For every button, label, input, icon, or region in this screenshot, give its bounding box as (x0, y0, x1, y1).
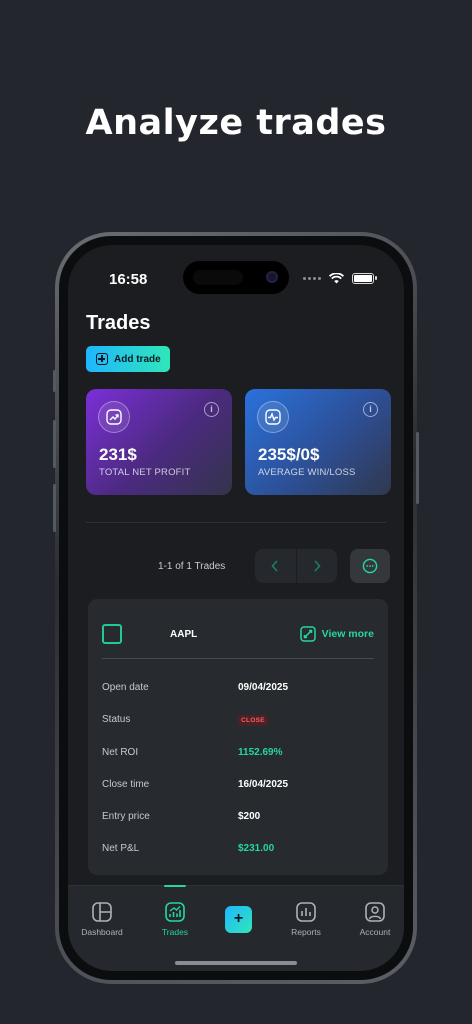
user-icon (365, 902, 385, 922)
phone-frame: 16:58 Trades Add trade i 231$ TOTAL NET … (53, 232, 419, 984)
tab-dashboard[interactable]: Dashboard (72, 902, 132, 937)
add-trade-label: Add trade (114, 353, 161, 365)
plus-icon: + (233, 910, 244, 927)
status-time: 16:58 (109, 271, 148, 288)
expand-icon (299, 626, 316, 642)
info-icon[interactable]: i (363, 402, 378, 417)
trending-up-icon (98, 401, 130, 433)
trades-icon (165, 902, 185, 922)
pagination-controls (255, 549, 337, 583)
trade-row-net-roi: Net ROI 1152.69% (102, 747, 374, 761)
plus-square-icon (96, 353, 108, 365)
more-options-button[interactable] (350, 549, 390, 583)
tab-label: Account (359, 927, 391, 937)
net-profit-label: TOTAL NET PROFIT (99, 467, 191, 478)
net-profit-value: 231$ (99, 445, 137, 464)
trade-row-net-pnl: Net P&L $231.00 (102, 843, 374, 857)
tab-trades[interactable]: Trades (145, 902, 205, 937)
tab-reports[interactable]: Reports (276, 902, 336, 937)
info-icon[interactable]: i (204, 402, 219, 417)
dynamic-island (183, 261, 289, 294)
chevron-left-icon (271, 560, 278, 572)
total-net-profit-card[interactable]: i 231$ TOTAL NET PROFIT (86, 389, 232, 495)
status-badge: CLOSE (238, 715, 268, 726)
trade-symbol: AAPL (170, 629, 198, 640)
row-key: Close time (102, 779, 150, 790)
row-value: 09/04/2025 (238, 682, 289, 693)
add-trade-button[interactable]: Add trade (86, 346, 170, 372)
active-tab-indicator (164, 885, 186, 887)
row-value: $200 (238, 811, 261, 822)
quick-add-button[interactable]: + (225, 906, 252, 933)
trade-select-checkbox[interactable] (102, 624, 122, 644)
battery-icon (352, 273, 377, 284)
trade-row-status: Status CLOSE (102, 714, 374, 728)
row-key: Open date (102, 682, 149, 693)
volume-down-button (53, 484, 56, 532)
status-icons (303, 273, 377, 284)
next-page-button[interactable] (297, 549, 338, 583)
row-value: 1152.69% (238, 747, 283, 758)
signal-icon (303, 277, 321, 280)
bottom-tab-bar: Dashboard Trades + Reports Account (68, 885, 404, 971)
power-button (416, 432, 419, 504)
row-value: $231.00 (238, 843, 275, 854)
row-key: Status (102, 714, 131, 725)
row-value: 16/04/2025 (238, 779, 289, 790)
tab-label: Dashboard (81, 927, 123, 937)
row-key: Net P&L (102, 843, 140, 854)
page-title: Trades (86, 312, 151, 334)
avg-win-loss-label: AVERAGE WIN/LOSS (258, 467, 356, 478)
trade-row-entry-price: Entry price $200 (102, 811, 374, 825)
tab-label: Reports (291, 927, 321, 937)
row-key: Net ROI (102, 747, 139, 758)
section-divider (86, 522, 386, 523)
pagination-text: 1-1 of 1 Trades (158, 561, 226, 572)
chevron-right-icon (314, 560, 321, 572)
wifi-icon (329, 273, 344, 284)
camera-icon (266, 271, 278, 283)
tab-label: Trades (161, 927, 189, 937)
dashboard-icon (92, 902, 112, 922)
trade-card: AAPL View more Open date 09/04/2025 Stat… (88, 599, 388, 875)
trade-row-close-time: Close time 16/04/2025 (102, 779, 374, 793)
view-more-label: View more (321, 628, 374, 640)
activity-icon (257, 401, 289, 433)
avg-win-loss-value: 235$/0$ (258, 445, 320, 464)
app-screen: 16:58 Trades Add trade i 231$ TOTAL NET … (68, 245, 404, 971)
prev-page-button[interactable] (255, 549, 297, 583)
trade-card-divider (102, 658, 374, 659)
home-indicator (175, 961, 297, 965)
average-win-loss-card[interactable]: i 235$/0$ AVERAGE WIN/LOSS (245, 389, 391, 495)
headline: Analyze trades (85, 103, 387, 143)
volume-up-button (53, 420, 56, 468)
silent-switch (53, 370, 56, 392)
row-key: Entry price (102, 811, 150, 822)
view-more-link[interactable]: View more (299, 626, 374, 642)
trade-row-open-date: Open date 09/04/2025 (102, 682, 374, 696)
more-horizontal-icon (362, 558, 378, 574)
tab-account[interactable]: Account (345, 902, 404, 937)
bar-chart-icon (296, 902, 316, 922)
